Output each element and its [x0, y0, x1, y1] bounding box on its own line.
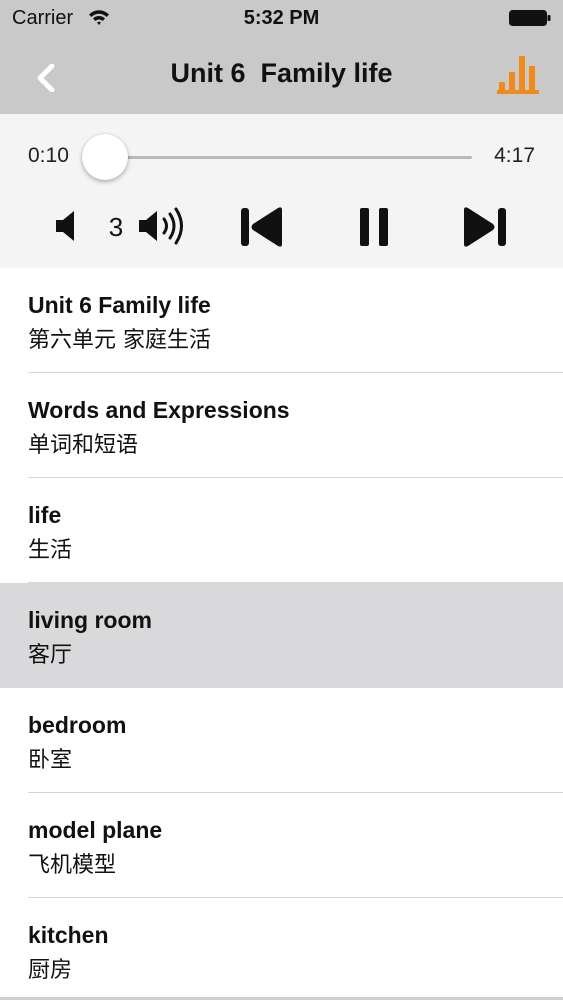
pause-icon[interactable]	[352, 204, 396, 250]
list-item[interactable]: Words and Expressions 单词和短语	[0, 373, 563, 478]
list-item[interactable]: Unit 6 Family life 第六单元 家庭生活	[0, 268, 563, 373]
list-item[interactable]: model plane 飞机模型	[0, 793, 563, 898]
item-english: bedroom	[28, 712, 127, 738]
current-time: 0:10	[28, 144, 69, 167]
list-item[interactable]: bedroom 卧室	[0, 688, 563, 793]
page-title: Unit 6 Family life	[170, 58, 393, 88]
equalizer-bars-icon[interactable]	[495, 54, 541, 98]
list-item[interactable]: life 生活	[0, 478, 563, 583]
volume-level: 3	[108, 212, 124, 242]
total-time: 4:17	[494, 144, 535, 167]
item-chinese: 生活	[28, 538, 73, 563]
app-screen: Carrier 5:32 PM Unit 6 Family life 0:10 …	[0, 0, 563, 1000]
status-time: 5:32 PM	[243, 7, 320, 29]
item-english: Unit 6 Family life	[28, 292, 211, 318]
navigation-bar: Unit 6 Family life	[0, 38, 563, 114]
list-item[interactable]: kitchen 厨房	[0, 898, 563, 1000]
audio-player: 0:10 4:17 3	[0, 114, 563, 268]
item-chinese: 第六单元 家庭生活	[28, 328, 211, 353]
skip-previous-icon[interactable]	[238, 204, 286, 250]
word-list: Unit 6 Family life 第六单元 家庭生活 Words and E…	[0, 268, 563, 1000]
item-chinese: 客厅	[28, 643, 73, 668]
chevron-left-icon	[37, 64, 55, 92]
battery-icon	[509, 10, 551, 26]
volume-up-icon[interactable]	[136, 204, 192, 248]
progress-slider[interactable]	[82, 134, 472, 180]
item-english: Words and Expressions	[28, 397, 290, 423]
item-chinese: 单词和短语	[28, 433, 139, 458]
item-english: model plane	[28, 817, 163, 843]
list-item-selected[interactable]: living room 客厅	[0, 583, 563, 688]
status-bar: Carrier 5:32 PM	[0, 0, 563, 38]
item-english: life	[28, 502, 62, 528]
skip-next-icon[interactable]	[460, 204, 510, 250]
item-chinese: 厨房	[28, 958, 73, 983]
item-english: living room	[28, 607, 152, 633]
item-chinese: 卧室	[28, 748, 73, 773]
back-button[interactable]	[26, 58, 66, 98]
progress-knob[interactable]	[82, 134, 129, 180]
item-english: kitchen	[28, 922, 109, 948]
volume-down-icon[interactable]	[52, 208, 84, 244]
item-chinese: 飞机模型	[28, 853, 117, 878]
